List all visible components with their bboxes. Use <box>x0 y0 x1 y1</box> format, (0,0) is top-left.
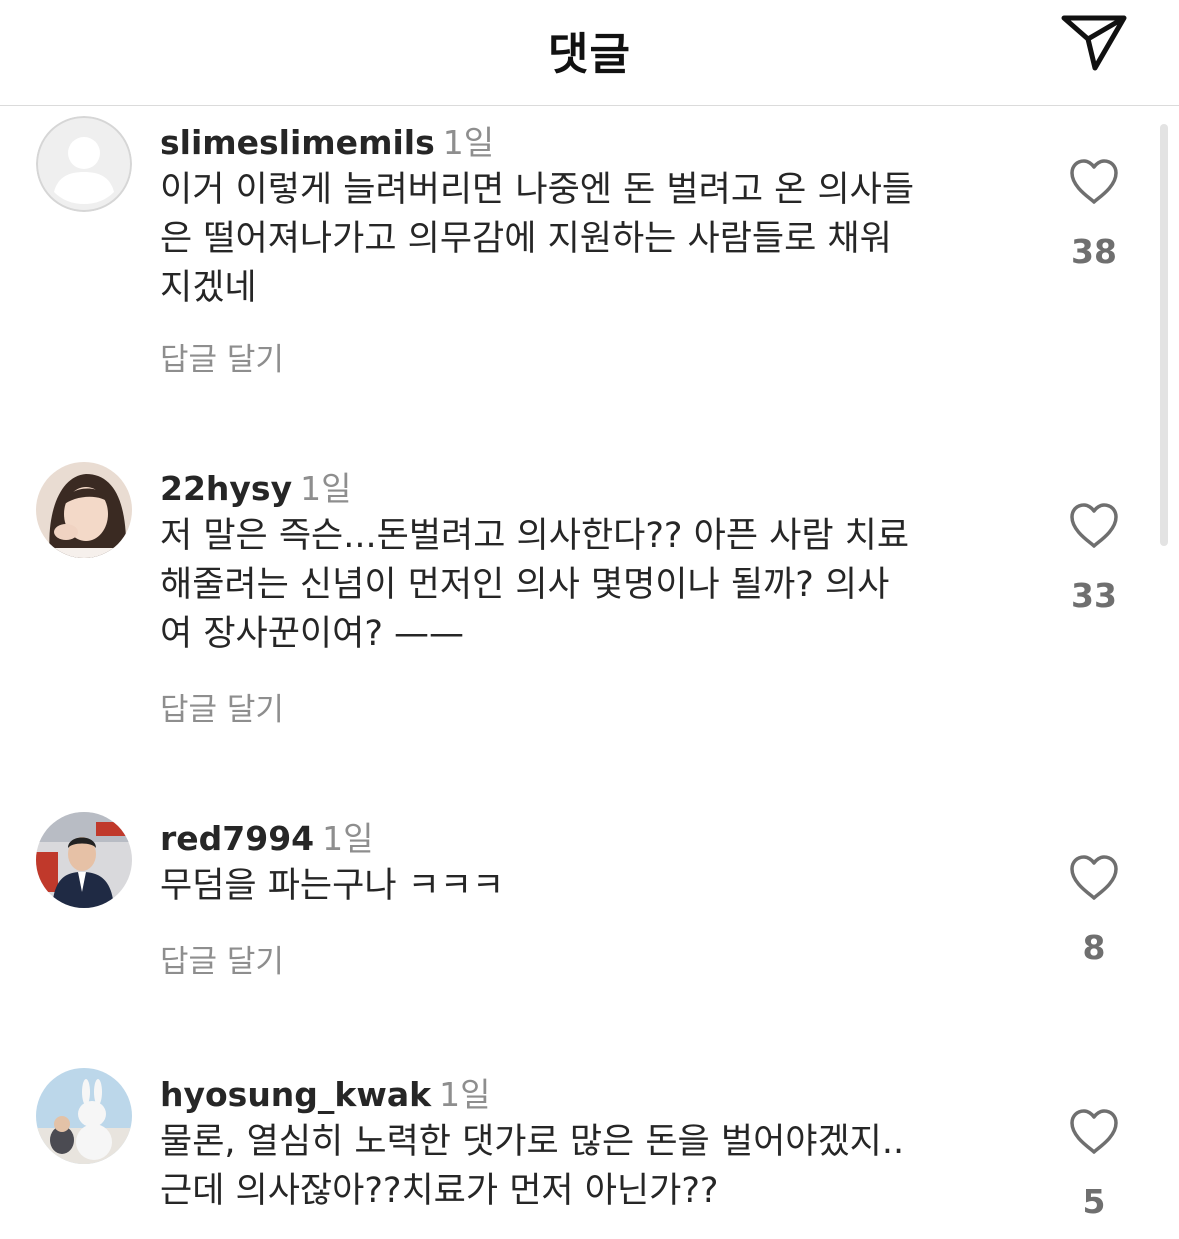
comment-time: 1일 <box>439 1075 491 1114</box>
send-icon <box>1061 15 1127 71</box>
username[interactable]: hyosung_kwak <box>160 1075 431 1114</box>
comment-header: red7994 1일 <box>160 812 373 858</box>
profile-photo-icon <box>36 1068 132 1164</box>
like-button[interactable] <box>1068 158 1120 206</box>
profile-photo-icon <box>36 812 132 908</box>
username[interactable]: red7994 <box>160 819 314 858</box>
comment-line: 지겠네 <box>160 268 257 308</box>
username[interactable]: slimeslimemils <box>160 123 435 162</box>
comment-header: 22hysy 1일 <box>160 462 351 508</box>
like-count: 38 <box>1071 232 1117 271</box>
reply-button[interactable]: 답글 달기 <box>160 334 284 379</box>
comment-header: slimeslimemils 1일 <box>160 116 494 162</box>
page-title: 댓글 <box>548 29 631 80</box>
username[interactable]: 22hysy <box>160 469 292 508</box>
comment-line: 근데 의사잖아??치료가 먼저 아닌가?? <box>160 1171 719 1211</box>
heart-outline-icon <box>1070 503 1118 548</box>
default-avatar-icon <box>36 116 132 212</box>
comment-line: 저 말은 즉슨...돈벌려고 의사한다?? 아픈 사람 치료 <box>160 516 910 556</box>
header-bar: 댓글 <box>0 0 1179 106</box>
comment-text: 이거 이렇게 늘려버리면 나중엔 돈 벌려고 온 의사들 은 떨어져나가고 의무… <box>160 166 1040 313</box>
comment-time: 1일 <box>322 819 374 858</box>
heart-outline-icon <box>1070 159 1118 204</box>
comment-line: 무덤을 파는구나 ㅋㅋㅋ <box>160 866 505 906</box>
avatar[interactable] <box>36 116 132 212</box>
scrollbar[interactable] <box>1160 124 1168 546</box>
comment-line: 이거 이렇게 늘려버리면 나중엔 돈 벌려고 온 의사들 <box>160 170 915 210</box>
comment-line: 해줄려는 신념이 먼저인 의사 몇명이나 될까? 의사 <box>160 565 890 605</box>
heart-outline-icon <box>1070 855 1118 900</box>
send-button[interactable] <box>1058 8 1132 74</box>
comment-text: 저 말은 즉슨...돈벌려고 의사한다?? 아픈 사람 치료 해줄려는 신념이 … <box>160 512 1040 659</box>
like-button[interactable] <box>1068 1108 1120 1156</box>
comment-line: 물론, 열심히 노력한 댓가로 많은 돈을 벌어야겠지.. <box>160 1122 905 1162</box>
comment-line: 여 장사꾼이여? —— <box>160 614 465 654</box>
like-count: 33 <box>1071 576 1117 615</box>
comment-header: hyosung_kwak 1일 <box>160 1068 490 1114</box>
like-button[interactable] <box>1068 502 1120 550</box>
avatar[interactable] <box>36 1068 132 1164</box>
comment-text: 무덤을 파는구나 ㅋㅋㅋ <box>160 862 1040 911</box>
reply-button[interactable]: 답글 달기 <box>160 684 284 729</box>
like-button[interactable] <box>1068 854 1120 902</box>
avatar[interactable] <box>36 462 132 558</box>
comment-time: 1일 <box>300 469 352 508</box>
comment-line: 은 떨어져나가고 의무감에 지원하는 사람들로 채워 <box>160 219 892 259</box>
like-count: 8 <box>1082 928 1106 967</box>
comment-time: 1일 <box>442 123 495 162</box>
avatar[interactable] <box>36 812 132 908</box>
like-count: 5 <box>1082 1182 1106 1221</box>
comment-text: 물론, 열심히 노력한 댓가로 많은 돈을 벌어야겠지.. 근데 의사잖아??치… <box>160 1118 1040 1216</box>
heart-outline-icon <box>1070 1109 1118 1154</box>
profile-photo-icon <box>36 462 132 558</box>
reply-button[interactable]: 답글 달기 <box>160 936 284 981</box>
